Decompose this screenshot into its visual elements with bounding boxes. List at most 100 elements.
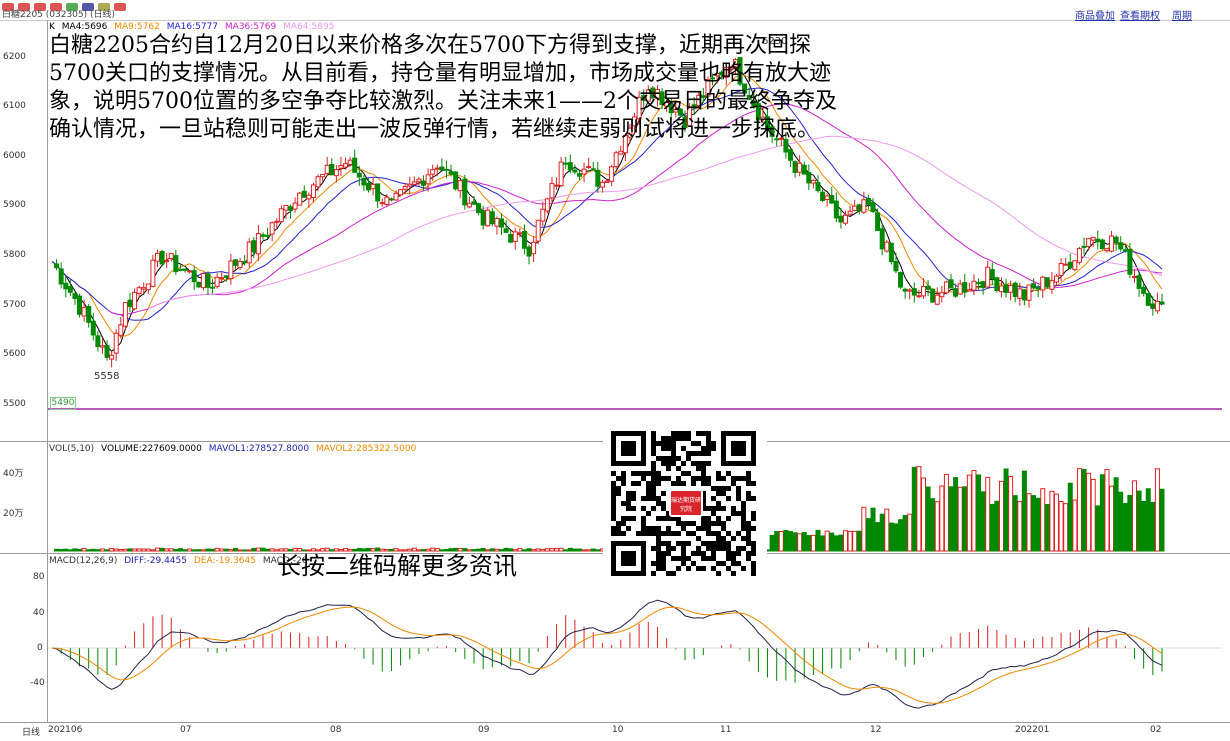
qr-module — [716, 571, 721, 576]
qr-module — [706, 506, 711, 511]
candle-body — [1049, 280, 1055, 290]
candle-body — [1145, 293, 1151, 306]
qr-module — [631, 481, 636, 486]
candle-body — [934, 294, 940, 305]
qr-module — [666, 466, 671, 471]
candle-body — [576, 173, 582, 177]
volume-bar — [590, 548, 596, 552]
qr-module — [666, 551, 671, 556]
candle-body — [255, 233, 261, 255]
volume-bar — [861, 506, 867, 552]
qr-module — [741, 506, 746, 511]
candle-body — [875, 212, 881, 231]
candle-body — [443, 168, 449, 171]
candle-body — [1067, 261, 1073, 269]
volume-bar — [907, 513, 913, 552]
candle-body — [1063, 263, 1069, 266]
qr-module — [666, 476, 671, 481]
qr-module — [741, 516, 746, 521]
candle-body — [361, 177, 367, 186]
volume-bar — [1086, 472, 1092, 552]
qr-module — [666, 531, 671, 536]
volume-bar — [595, 549, 601, 552]
qr-module — [701, 521, 706, 526]
qr-module — [721, 486, 726, 491]
candle-body — [191, 270, 197, 283]
candle-body — [434, 167, 440, 170]
qr-module — [671, 451, 676, 456]
qr-module — [696, 431, 701, 436]
qr-module — [701, 431, 706, 436]
candle-body — [72, 293, 78, 299]
volume-bar — [957, 486, 963, 552]
qr-module — [656, 536, 661, 541]
qr-module — [691, 561, 696, 566]
qr-module — [651, 561, 656, 566]
candle-body — [90, 320, 96, 336]
qr-module — [696, 461, 701, 466]
volume-bar — [1012, 495, 1018, 552]
candle-body — [485, 209, 491, 227]
candle-body — [462, 178, 468, 206]
candle-body — [388, 198, 394, 201]
volume-bar — [815, 529, 821, 552]
qr-module — [661, 561, 666, 566]
qr-module — [731, 476, 736, 481]
volume-bar — [521, 549, 527, 552]
low-price-annotation: 5558 — [94, 371, 120, 382]
qr-module — [646, 511, 651, 516]
qr-module — [646, 526, 651, 531]
qr-module — [706, 521, 711, 526]
qr-module — [741, 536, 746, 541]
qr-module — [726, 531, 731, 536]
qr-module — [721, 506, 726, 511]
qr-module — [646, 531, 651, 536]
qr-module — [621, 521, 626, 526]
qr-code: 瑞达期货研究院 — [603, 425, 767, 581]
volume-bar — [1159, 488, 1165, 552]
candle-body — [1076, 248, 1082, 263]
qr-module — [716, 501, 721, 506]
qr-module — [716, 491, 721, 496]
qr-module — [686, 456, 691, 461]
candle-body — [966, 289, 972, 292]
volume-bar — [63, 548, 69, 552]
analysis-text: 白糖2205合约自12月20日以来价格多次在5700下方得到支撑，近期再次回探5… — [49, 33, 837, 142]
qr-module — [686, 541, 691, 546]
qr-module — [646, 486, 651, 491]
volume-bar — [109, 547, 115, 552]
volume-bar — [875, 522, 881, 552]
volume-bar — [925, 486, 931, 552]
candle-body — [989, 269, 995, 279]
qr-module — [646, 496, 651, 501]
qr-module — [746, 526, 751, 531]
qr-module — [706, 531, 711, 536]
qr-module — [666, 546, 671, 551]
qr-finder-center — [731, 441, 746, 456]
volume-bar — [145, 548, 151, 552]
candle-body — [618, 150, 624, 155]
qr-module — [696, 466, 701, 471]
qr-module — [701, 556, 706, 561]
candle-body — [315, 176, 321, 188]
qr-module — [656, 496, 661, 501]
qr-module — [716, 486, 721, 491]
qr-module — [751, 511, 756, 516]
qr-module — [726, 541, 731, 546]
candle-body — [278, 208, 284, 223]
volume-bar — [1136, 490, 1142, 552]
volume-bar — [1131, 480, 1137, 552]
candle-body — [1072, 260, 1078, 271]
qr-module — [651, 446, 656, 451]
volume-bar — [122, 548, 128, 552]
volume-bar — [104, 549, 110, 552]
volume-bar — [260, 547, 266, 552]
volume-bar — [196, 549, 202, 552]
qr-finder-center — [621, 441, 636, 456]
candle-body — [998, 285, 1004, 293]
qr-module — [726, 551, 731, 556]
candle-body — [1021, 289, 1027, 301]
candle-body — [907, 289, 913, 292]
qr-module — [746, 491, 751, 496]
qr-module — [651, 526, 656, 531]
